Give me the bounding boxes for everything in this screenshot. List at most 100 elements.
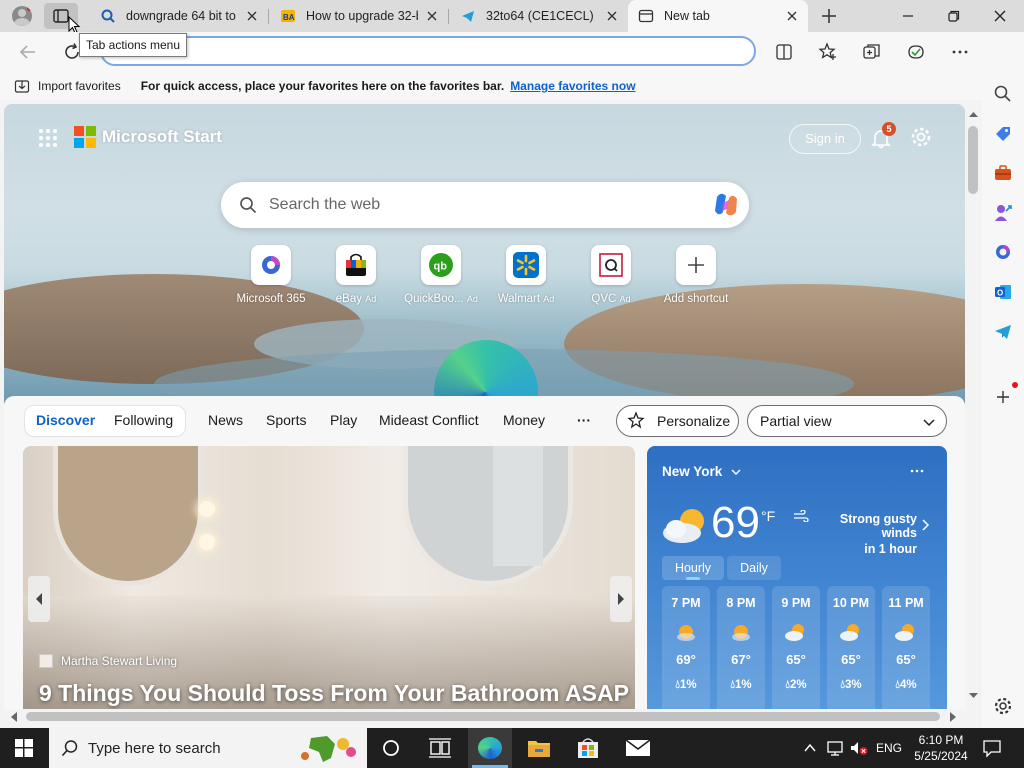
tab-new-tab[interactable]: New tab	[628, 0, 808, 32]
chevron-right-icon[interactable]	[921, 518, 931, 532]
hourly-forecast-item[interactable]: 9 PM 65° 💧︎2%	[772, 586, 820, 709]
scroll-down-arrow-icon[interactable]	[968, 692, 979, 700]
hourly-forecast-item[interactable]: 7 PM 69° 💧︎1%	[662, 586, 710, 709]
restore-icon[interactable]	[946, 8, 962, 24]
shortcut-ebay[interactable]: eBay Ad	[316, 245, 396, 305]
apps-launcher-icon[interactable]	[38, 128, 58, 148]
scroll-up-arrow-icon[interactable]	[968, 110, 979, 118]
import-favorites-link[interactable]: Import favorites	[38, 79, 121, 93]
split-screen-icon[interactable]	[775, 43, 793, 61]
taskbar-clock[interactable]: 6:10 PM 5/25/2024	[908, 732, 974, 764]
new-tab-plus-icon[interactable]	[820, 7, 838, 25]
nav-discover[interactable]: Discover	[36, 412, 95, 428]
add-to-sidebar-icon[interactable]	[994, 388, 1012, 406]
close-window-icon[interactable]	[992, 8, 1008, 24]
shortcut-label: Microsoft 365	[236, 293, 306, 305]
sidebar-settings-icon[interactable]	[993, 696, 1013, 716]
volume-muted-icon[interactable]	[849, 740, 869, 756]
tab-32to64[interactable]: 32to64 (CE1CECL)	[450, 0, 628, 32]
vertical-scrollbar[interactable]	[965, 104, 982, 709]
horizontal-scrollbar[interactable]	[4, 709, 965, 724]
page-settings-gear-icon[interactable]	[910, 126, 932, 148]
task-view-icon[interactable]	[429, 738, 451, 758]
scroll-right-arrow-icon[interactable]	[949, 712, 957, 722]
more-options-icon[interactable]	[950, 42, 970, 62]
show-hidden-icons-chevron-up-icon[interactable]	[803, 742, 817, 754]
carousel-prev-button[interactable]	[28, 576, 50, 622]
shortcut-add[interactable]: Add shortcut	[656, 245, 736, 305]
network-icon[interactable]	[826, 740, 844, 756]
taskbar-search-box[interactable]: Type here to search	[49, 728, 367, 768]
copilot-icon[interactable]	[711, 191, 741, 219]
manage-favorites-link[interactable]: Manage favorites now	[510, 79, 635, 93]
partly-cloudy-night-icon	[895, 624, 914, 641]
personalize-button[interactable]: Personalize	[616, 405, 739, 437]
sidebar-search-icon[interactable]	[993, 84, 1013, 104]
microsoft-store-icon[interactable]	[576, 736, 600, 760]
nav-sports[interactable]: Sports	[266, 412, 306, 428]
ad-label: Ad	[619, 294, 631, 304]
weather-card[interactable]: New York 69 °F Strong gusty winds in 1 h…	[647, 446, 947, 709]
shortcut-microsoft-365[interactable]: Microsoft 365	[231, 245, 311, 305]
scroll-left-arrow-icon[interactable]	[10, 712, 18, 722]
profile-avatar-icon[interactable]	[12, 6, 32, 26]
hourly-forecast-item[interactable]: 8 PM 67° 💧︎1%	[717, 586, 765, 709]
telegram-icon[interactable]	[993, 322, 1013, 342]
browser-essentials-icon[interactable]	[906, 42, 926, 62]
partly-cloudy-icon	[663, 509, 704, 543]
chevron-down-icon[interactable]	[730, 466, 742, 478]
close-tab-icon[interactable]	[784, 8, 800, 24]
nav-following[interactable]: Following	[114, 412, 173, 428]
alert-line-1: Strong gusty winds	[839, 512, 917, 540]
weather-alert[interactable]: Strong gusty winds in 1 hour	[805, 512, 917, 556]
web-search-box[interactable]: Search the web	[221, 182, 749, 228]
back-arrow-icon[interactable]	[18, 43, 38, 61]
hour-time: 9 PM	[781, 596, 811, 610]
shortcut-quickbooks[interactable]: qb QuickBoo... Ad	[401, 245, 481, 305]
nav-play[interactable]: Play	[330, 412, 357, 428]
horizontal-scroll-thumb[interactable]	[26, 712, 940, 721]
mail-icon[interactable]	[625, 738, 651, 758]
temperature-unit[interactable]: °F	[761, 508, 775, 524]
tools-briefcase-icon[interactable]	[993, 163, 1013, 183]
cortana-icon[interactable]	[381, 738, 401, 758]
taskbar-edge-button[interactable]	[468, 728, 512, 768]
notifications-icon[interactable]	[982, 738, 1002, 758]
file-explorer-icon[interactable]	[527, 737, 551, 759]
weather-location[interactable]: New York	[662, 464, 722, 479]
shortcut-walmart[interactable]: Walmart Ad	[486, 245, 566, 305]
article-headline[interactable]: 9 Things You Should Toss From Your Bathr…	[39, 680, 629, 707]
nav-money[interactable]: Money	[503, 412, 545, 428]
favorites-star-icon[interactable]	[818, 42, 838, 62]
nav-mideast-conflict[interactable]: Mideast Conflict	[379, 412, 479, 428]
hourly-forecast-item[interactable]: 11 PM 65° 💧︎4%	[882, 586, 930, 709]
address-bar[interactable]	[100, 36, 756, 66]
partly-cloudy-night-icon	[732, 625, 750, 641]
windows-start-icon[interactable]	[15, 739, 33, 757]
view-selector[interactable]: Partial view	[747, 405, 947, 437]
outlook-icon[interactable]: O	[993, 282, 1013, 302]
microsoft-logo-icon	[74, 126, 96, 148]
hourly-forecast-item[interactable]: 10 PM 65° 💧︎3%	[827, 586, 875, 709]
tab-daily[interactable]: Daily	[727, 556, 781, 580]
microsoft-365-icon[interactable]	[993, 242, 1013, 262]
close-tab-icon[interactable]	[244, 8, 260, 24]
featured-article-card[interactable]: Martha Stewart Living 9 Things You Shoul…	[23, 446, 635, 709]
vertical-scroll-thumb[interactable]	[968, 126, 978, 194]
shortcut-qvc[interactable]: QVC Ad	[571, 245, 651, 305]
microsoft-start-logo[interactable]: Microsoft Start	[74, 122, 222, 152]
nav-news[interactable]: News	[208, 412, 243, 428]
more-options-icon[interactable]	[909, 466, 925, 476]
language-indicator[interactable]: ENG	[876, 741, 902, 755]
carousel-next-button[interactable]	[610, 576, 632, 622]
collections-icon[interactable]	[862, 42, 882, 62]
close-tab-icon[interactable]	[604, 8, 620, 24]
tab-how-to-upgrade[interactable]: BA How to upgrade 32-b	[270, 0, 448, 32]
minimize-icon[interactable]	[900, 8, 916, 24]
sign-in-button[interactable]: Sign in	[789, 124, 861, 154]
shopping-tag-icon[interactable]	[993, 124, 1013, 144]
games-icon[interactable]	[993, 203, 1013, 223]
nav-more-button[interactable]: ···	[577, 412, 591, 428]
tab-downgrade[interactable]: downgrade 64 bit to	[90, 0, 268, 32]
close-tab-icon[interactable]	[424, 8, 440, 24]
